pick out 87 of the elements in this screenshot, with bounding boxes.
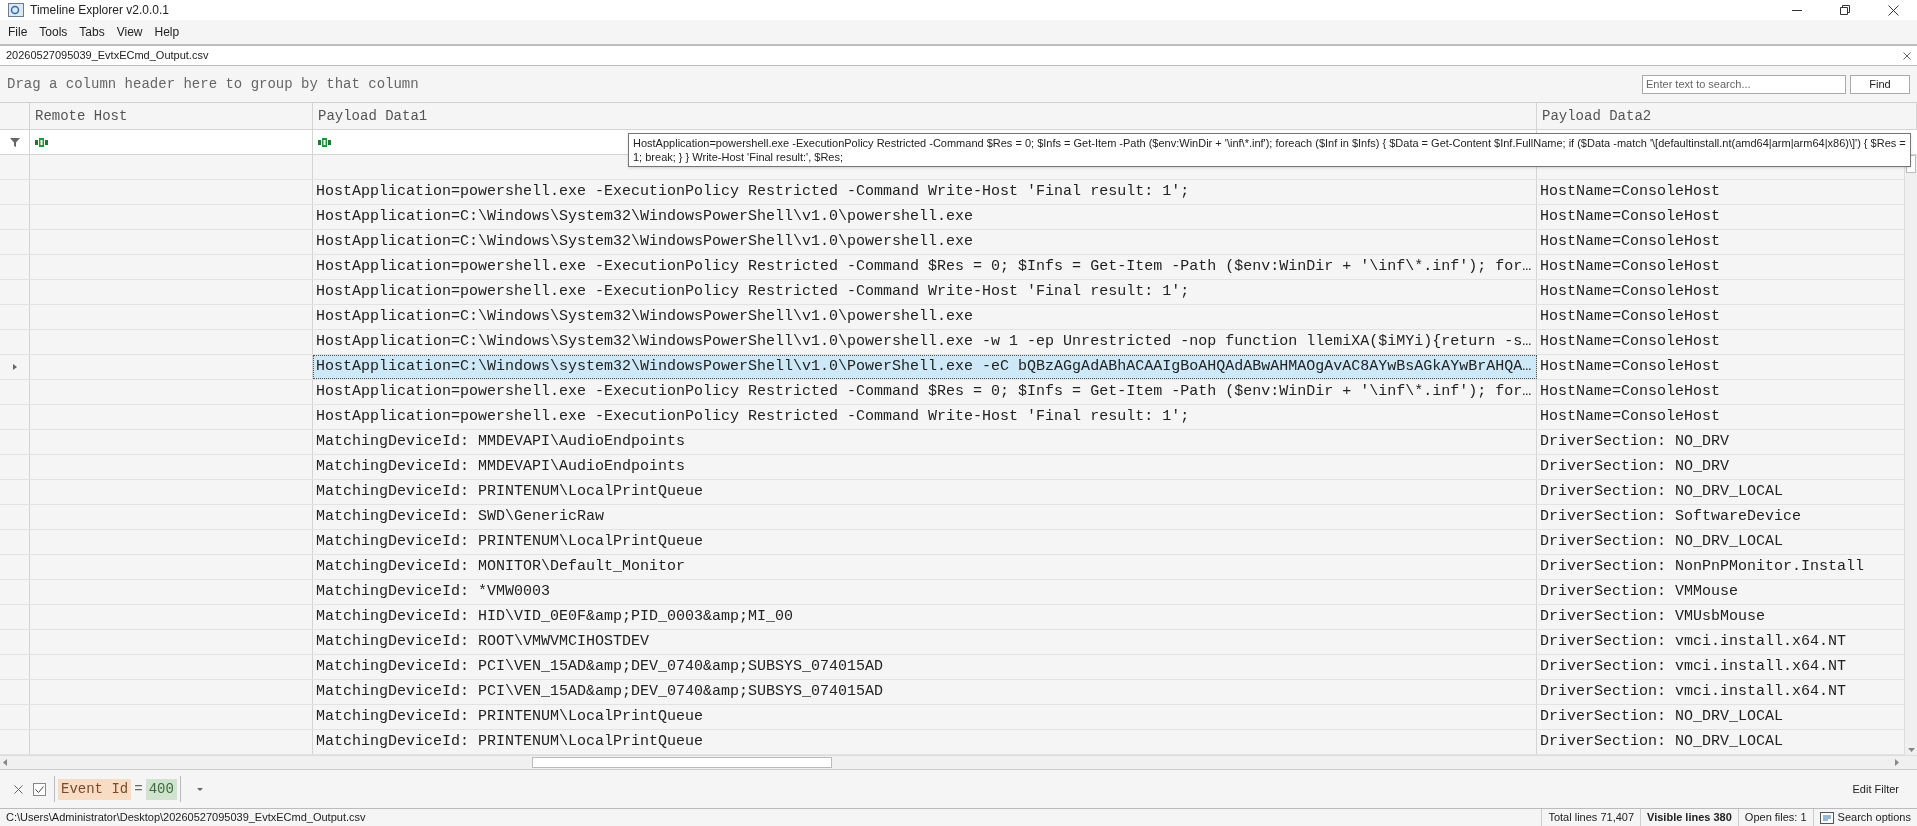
menu-item[interactable]: Tabs [73,23,111,41]
menu-item[interactable]: Help [148,23,186,41]
close-icon [1887,4,1899,16]
table-cell[interactable]: DriverSection: SoftwareDevice [1537,505,1904,529]
column-header[interactable]: Payload Data2 [1537,103,1917,129]
caret-icon[interactable] [196,787,203,791]
table-cell[interactable]: HostApplication=powershell.exe -ExecutionPolicy Restricted -Command Write-Host 'Final result: 1'; [313,405,1537,429]
table-cell[interactable]: MatchingDeviceId: SWD\GenericRaw [313,505,1537,529]
search-options-button[interactable]: Search options [1812,809,1917,826]
table-cell[interactable]: HostName=ConsoleHost [1537,230,1904,254]
table-cell[interactable]: DriverSection: NO_DRV_LOCAL [1537,530,1904,554]
table-cell[interactable]: MatchingDeviceId: PRINTENUM\LocalPrintQueue [313,480,1537,504]
filter-operator[interactable]: = [134,778,143,800]
app-icon [8,3,24,17]
vertical-scrollbar[interactable] [1904,155,1917,755]
table-cell[interactable]: MatchingDeviceId: *VMW0003 [313,580,1537,604]
table-cell[interactable]: MatchingDeviceId: PCI\VEN_15AD&amp;DEV_0740&amp;SUBSYS_074015AD [313,655,1537,679]
table-cell[interactable]: DriverSection: NO_DRV [1537,455,1904,479]
table-cell[interactable]: MatchingDeviceId: MONITOR\Default_Monitor [313,555,1537,579]
table-cell[interactable]: HostName=ConsoleHost [1537,280,1904,304]
table-cell[interactable]: MatchingDeviceId: MMDEVAPI\AudioEndpoints [313,455,1537,479]
scroll-down-icon[interactable] [1907,748,1915,752]
table-cell[interactable]: DriverSection: NO_DRV_LOCAL [1537,480,1904,504]
table-cell[interactable]: HostApplication=C:\Windows\system32\WindowsPowerShell\v1.0\PowerShell.exe -eC bQBzAGgAdABhACAAIgBoAHQAdABwAHMAOgAvAC8AYwBsAGkAYwBrAHQA… [313,355,1537,379]
window-title: Timeline Explorer v2.0.0.1 [30,2,169,19]
total-lines: Total lines 71,407 [1541,809,1641,826]
close-icon[interactable] [1903,51,1911,60]
column-header[interactable]: Payload Data1 [313,103,1537,129]
filter-checkbox[interactable] [33,782,46,796]
table-cell[interactable]: DriverSection: vmci.install.x64.NT [1537,655,1904,679]
open-files: Open files: 1 [1737,809,1813,826]
table-cell[interactable]: HostName=ConsoleHost [1537,305,1904,329]
column-header[interactable]: Remote Host [30,103,313,129]
table-cell[interactable]: HostName=ConsoleHost [1537,405,1904,429]
table-cell[interactable]: HostApplication=powershell.exe -ExecutionPolicy Restricted -Command Write-Host 'Final result: 1'; [313,180,1537,204]
scroll-left-icon[interactable] [3,759,7,766]
table-cell[interactable]: HostApplication=C:\Windows\System32\WindowsPowerShell\v1.0\powershell.exe [313,230,1537,254]
table-cell[interactable]: MatchingDeviceId: PRINTENUM\LocalPrintQueue [313,530,1537,554]
check-icon [35,785,44,793]
table-cell[interactable]: MatchingDeviceId: PRINTENUM\LocalPrintQueue [313,705,1537,729]
table-cell[interactable]: MatchingDeviceId: MMDEVAPI\AudioEndpoints [313,430,1537,454]
table-cell[interactable]: DriverSection: vmci.install.x64.NT [1537,680,1904,704]
table-cell[interactable]: HostName=ConsoleHost [1537,255,1904,279]
table-cell[interactable]: DriverSection: VMUsbMouse [1537,605,1904,629]
table-cell[interactable]: HostApplication=C:\Windows\System32\WindowsPowerShell\v1.0\powershell.exe [313,205,1537,229]
filter-icon [9,137,20,147]
table-cell[interactable]: HostName=ConsoleHost [1537,330,1904,354]
file-path: C:\Users\Administrator\Desktop\20260527095039_EvtxECmd_Output.csv [5,810,366,826]
table-cell[interactable]: HostApplication=powershell.exe -ExecutionPolicy Restricted -Command $Res = 0; $Infs = Get-Item -Path ($env:WinDir + '\inf\*.inf'); for… [313,380,1537,404]
table-cell[interactable]: HostApplication=C:\Windows\System32\WindowsPowerShell\v1.0\powershell.exe -w 1 -ep Unrestricted -nop function llemiXA($iMYi){return -s… [313,330,1537,354]
menu-item[interactable]: View [110,23,149,41]
menu-item[interactable]: File [2,23,34,41]
table-cell[interactable]: MatchingDeviceId: HID\VID_0E0F&amp;PID_0003&amp;MI_00 [313,605,1537,629]
close-icon[interactable] [14,784,23,794]
scrollbar-thumb[interactable] [532,757,832,768]
table-cell[interactable]: DriverSection: vmci.install.x64.NT [1537,630,1904,654]
table-cell[interactable]: DriverSection: NonPnPMonitor.Install [1537,555,1904,579]
text-type-icon [35,137,49,147]
table-cell[interactable]: HostName=ConsoleHost [1537,180,1904,204]
table-cell[interactable]: DriverSection: NO_DRV_LOCAL [1537,705,1904,729]
table-cell[interactable]: MatchingDeviceId: PCI\VEN_15AD&amp;DEV_0740&amp;SUBSYS_074015AD [313,680,1537,704]
tooltip: HostApplication=powershell.exe -ExecutionPolicy Restricted -Command $Res = 0; $Infs = Get-Item -Path ($env:WinDir + '\inf\*.inf'); foreach ($Inf in $Infs) { $Data = Get-Content $Inf.FullName; if ($Data -match '\[defaultinstall.nt(amd64|arm|arm64|x86)\]') { $Res = 1; break; } } Write-Host 'Final result:', $Res; [628,133,1911,167]
group-hint: Drag a column header here to group by that column [7,74,419,94]
table-cell[interactable]: DriverSection: NO_DRV_LOCAL [1537,730,1904,754]
filter-field[interactable]: Event Id [58,778,132,800]
table-cell[interactable]: DriverSection: VMMouse [1537,580,1904,604]
edit-filter-button[interactable]: Edit Filter [1852,780,1899,798]
table-cell[interactable]: HostName=ConsoleHost [1537,355,1904,379]
minimize-icon [1792,9,1802,11]
menu-item[interactable]: Tools [33,23,74,41]
visible-lines: Visible lines 380 [1640,809,1738,826]
table-cell[interactable]: DriverSection: NO_DRV [1537,430,1904,454]
horizontal-scrollbar[interactable] [0,755,1917,769]
table-cell[interactable]: HostApplication=C:\Windows\System32\WindowsPowerShell\v1.0\powershell.exe [313,305,1537,329]
table-cell[interactable]: MatchingDeviceId: PRINTENUM\LocalPrintQueue [313,730,1537,754]
file-tab[interactable]: 20260527095039_EvtxECmd_Output.csv [0,47,215,64]
text-type-icon [318,137,332,147]
table-cell[interactable]: MatchingDeviceId: ROOT\VMWVMCIHOSTDEV [313,630,1537,654]
table-cell[interactable]: HostName=ConsoleHost [1537,380,1904,404]
restore-icon [1840,5,1850,15]
scroll-right-icon[interactable] [1895,759,1899,766]
table-cell[interactable]: HostApplication=powershell.exe -ExecutionPolicy Restricted -Command Write-Host 'Final result: 1'; [313,280,1537,304]
search-field[interactable]: Enter text to search... [1642,74,1846,94]
table-cell[interactable]: HostApplication=powershell.exe -ExecutionPolicy Restricted -Command $Res = 0; $Infs = Get-Item -Path ($env:WinDir + '\inf\*.inf'); for… [313,255,1537,279]
filter-value[interactable]: 400 [145,778,177,800]
table-cell[interactable]: HostName=ConsoleHost [1537,205,1904,229]
find-button[interactable]: Find [1850,74,1910,94]
